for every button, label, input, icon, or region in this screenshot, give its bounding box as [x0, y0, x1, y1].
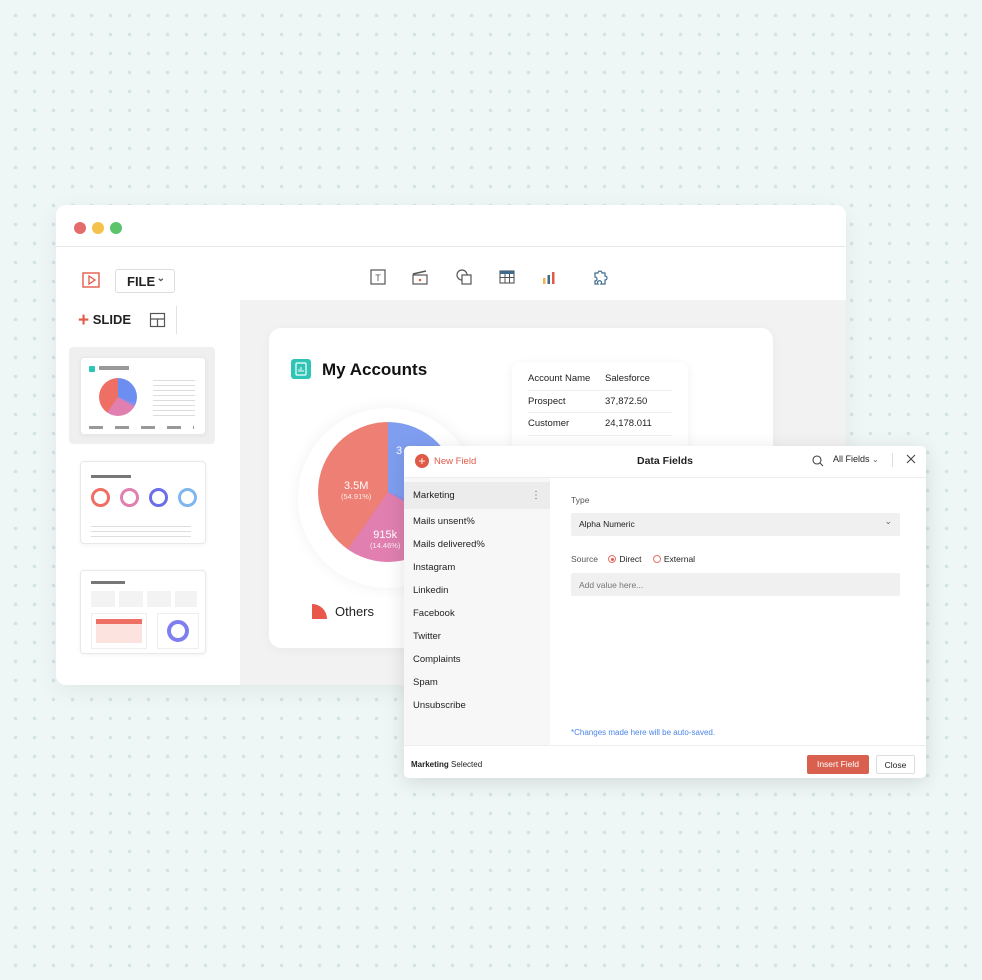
card-title: My Accounts	[322, 360, 428, 379]
field-list-item[interactable]: Complaints	[404, 648, 550, 671]
toolbar: FILE ⌄ T	[56, 248, 846, 300]
chevron-down-icon: ⌄	[156, 273, 165, 284]
field-list-item[interactable]: Spam	[404, 671, 550, 694]
all-fields-dropdown[interactable]: All Fields ⌄	[833, 454, 879, 464]
field-list-item[interactable]: Marketing ⋮	[404, 482, 550, 509]
source-label: Source	[571, 554, 598, 564]
field-list-item-label: Linkedin	[413, 585, 449, 596]
field-list-item[interactable]: Mails delivered%	[404, 533, 550, 556]
slideshow-play-icon[interactable]	[81, 270, 101, 290]
field-list-item-label: Facebook	[413, 608, 455, 619]
media-clapper-icon[interactable]	[411, 268, 429, 286]
value-input[interactable]	[571, 573, 900, 596]
table-row: Prospect 37,872.50	[528, 391, 672, 413]
dialog-header: + New Field Data Fields All Fields ⌄	[404, 446, 926, 478]
field-list-item-label: Twitter	[413, 631, 441, 642]
field-list-item-label: Spam	[413, 677, 438, 688]
layout-icon[interactable]	[149, 312, 166, 329]
report-clipboard-icon	[291, 359, 311, 379]
radio-unselected-icon	[652, 555, 661, 563]
search-icon[interactable]	[812, 455, 824, 467]
svg-text:T: T	[375, 273, 381, 283]
more-options-icon[interactable]: ⋮	[531, 490, 541, 501]
field-list: Marketing ⋮ Mails unsent% Mails delivered% I…	[404, 478, 550, 745]
field-list-item-label: Marketing	[413, 490, 455, 501]
insert-field-button[interactable]: Insert Field	[807, 755, 869, 774]
field-list-item-label: Unsubscribe	[413, 700, 466, 711]
field-list-item[interactable]: Linkedin	[404, 579, 550, 602]
dialog-footer: Marketing Selected Insert Field Close	[404, 745, 926, 778]
field-list-item-label: Complaints	[413, 654, 461, 665]
type-select[interactable]: Alpha Numeric ⌄	[571, 513, 900, 536]
field-list-item[interactable]: Twitter	[404, 625, 550, 648]
field-list-item[interactable]: Unsubscribe	[404, 694, 550, 717]
slide-sidebar: + SLIDE	[56, 300, 240, 685]
chevron-down-icon: ⌄	[872, 455, 879, 464]
extension-puzzle-icon[interactable]	[591, 268, 609, 286]
table-icon[interactable]	[498, 268, 516, 286]
field-list-item-label: Mails delivered%	[413, 539, 485, 550]
table-row: Customer 24,178.011	[528, 413, 672, 436]
source-radio-external[interactable]: External	[652, 554, 695, 564]
chart-icon[interactable]	[540, 268, 558, 286]
radio-selected-icon	[608, 555, 617, 563]
field-properties: Type Alpha Numeric ⌄ Source Direct Extern…	[550, 478, 926, 745]
field-list-item[interactable]: Instagram	[404, 556, 550, 579]
field-list-item-label: Instagram	[413, 562, 456, 573]
plus-icon: +	[78, 310, 90, 331]
file-menu-button[interactable]: FILE ⌄	[115, 269, 175, 293]
slide-thumbnail-2[interactable]	[80, 461, 206, 544]
selected-field-name: Marketing	[411, 760, 449, 769]
legend-item-others: Others	[312, 604, 374, 619]
window-close-button[interactable]	[74, 222, 86, 234]
title-bar	[56, 205, 846, 247]
shape-icon[interactable]	[455, 268, 473, 286]
auto-save-note: *Changes made here will be auto-saved.	[571, 728, 716, 737]
pie-slice-label-others: 3.5M (54.91%)	[341, 480, 372, 501]
slide-thumbnail-3[interactable]	[80, 570, 206, 654]
selected-status: Selected	[451, 760, 483, 769]
window-maximize-button[interactable]	[110, 222, 122, 234]
slide-thumbnail-1[interactable]	[80, 357, 206, 435]
accounts-table: Account Name Salesforce Prospect 37,872.50…	[512, 362, 688, 452]
field-list-item[interactable]: Facebook	[404, 602, 550, 625]
field-list-item-label: Mails unsent%	[413, 516, 475, 527]
pie-slice-label-pink: 915k (14.46%)	[370, 529, 401, 550]
text-box-icon[interactable]: T	[369, 268, 387, 286]
close-button[interactable]: Close	[876, 755, 915, 774]
type-label: Type	[571, 495, 590, 505]
chevron-down-icon: ⌄	[884, 516, 892, 526]
close-icon[interactable]	[906, 454, 916, 464]
data-fields-dialog: + New Field Data Fields All Fields ⌄ Mark…	[404, 446, 926, 778]
field-list-item[interactable]: Mails unsent%	[404, 510, 550, 533]
window-minimize-button[interactable]	[92, 222, 104, 234]
pie-slice-label-blue: 3	[396, 445, 403, 457]
source-radio-direct[interactable]: Direct	[608, 554, 642, 564]
add-slide-button[interactable]: + SLIDE	[78, 310, 131, 332]
table-row: Account Name Salesforce	[528, 368, 672, 391]
legend-swatch-icon	[312, 604, 327, 619]
